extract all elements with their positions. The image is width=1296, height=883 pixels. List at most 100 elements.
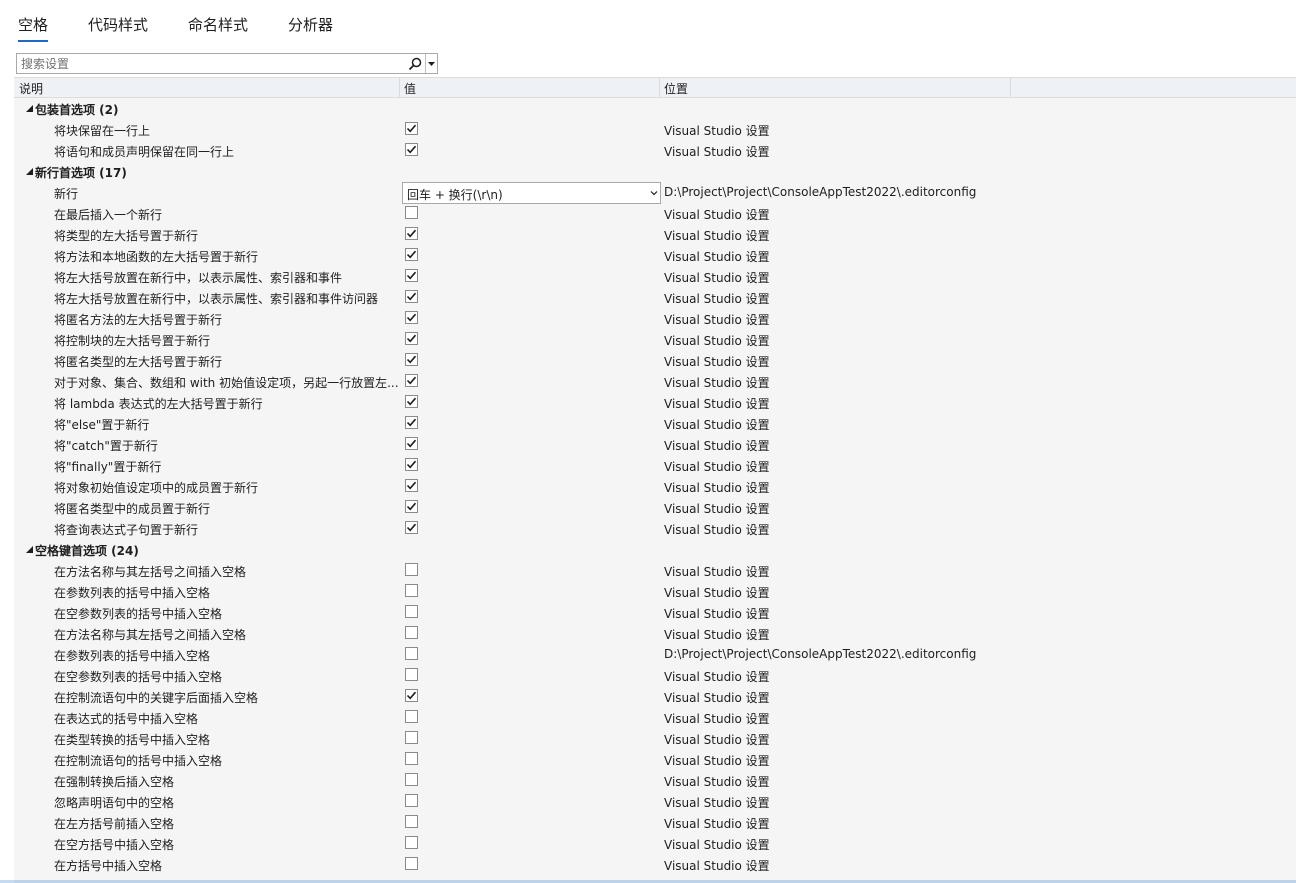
setting-checkbox[interactable]: [405, 689, 418, 702]
setting-row[interactable]: 在方法名称与其左括号之间插入空格 Visual Studio 设置: [14, 623, 1296, 644]
setting-row[interactable]: 在空方括号中插入空格 Visual Studio 设置: [14, 833, 1296, 854]
setting-row[interactable]: 将匿名方法的左大括号置于新行 Visual Studio 设置: [14, 308, 1296, 329]
setting-row[interactable]: 将查询表达式子句置于新行 Visual Studio 设置: [14, 518, 1296, 539]
setting-checkbox[interactable]: [405, 731, 418, 744]
setting-checkbox[interactable]: [405, 605, 418, 618]
setting-checkbox[interactable]: [405, 521, 418, 534]
setting-location: Visual Studio 设置: [664, 439, 770, 453]
setting-row[interactable]: 将类型的左大括号置于新行 Visual Studio 设置: [14, 224, 1296, 245]
setting-checkbox[interactable]: [405, 584, 418, 597]
setting-checkbox[interactable]: [405, 311, 418, 324]
setting-checkbox[interactable]: [405, 710, 418, 723]
setting-location: Visual Studio 设置: [664, 271, 770, 285]
setting-checkbox[interactable]: [405, 479, 418, 492]
tab-spacing[interactable]: 空格: [18, 14, 49, 42]
setting-location: D:\Project\Project\ConsoleAppTest2022\.e…: [664, 647, 977, 661]
setting-location: Visual Studio 设置: [664, 418, 770, 432]
setting-checkbox[interactable]: [405, 437, 418, 450]
setting-row[interactable]: 将"catch"置于新行 Visual Studio 设置: [14, 434, 1296, 455]
column-divider[interactable]: [399, 78, 400, 98]
tab-code-style[interactable]: 代码样式: [88, 14, 148, 42]
setting-checkbox[interactable]: [405, 206, 418, 219]
setting-location: Visual Studio 设置: [664, 607, 770, 621]
setting-checkbox[interactable]: [405, 143, 418, 156]
setting-row[interactable]: 在控制流语句中的关键字后面插入空格 Visual Studio 设置: [14, 686, 1296, 707]
setting-row[interactable]: 新行 回车 + 换行(\r\n) D:\Project\Project\Consol…: [14, 182, 1296, 204]
setting-row[interactable]: 在参数列表的括号中插入空格 Visual Studio 设置: [14, 581, 1296, 602]
expander-icon[interactable]: [24, 543, 34, 555]
setting-checkbox[interactable]: [405, 248, 418, 261]
setting-row[interactable]: 将 lambda 表达式的左大括号置于新行 Visual Studio 设置: [14, 392, 1296, 413]
setting-label: 在方法名称与其左括号之间插入空格: [54, 628, 247, 642]
setting-row[interactable]: 将控制块的左大括号置于新行 Visual Studio 设置: [14, 329, 1296, 350]
setting-row[interactable]: 将匿名类型的左大括号置于新行 Visual Studio 设置: [14, 350, 1296, 371]
setting-checkbox[interactable]: [405, 857, 418, 870]
setting-row[interactable]: 在空参数列表的括号中插入空格 Visual Studio 设置: [14, 665, 1296, 686]
setting-location: Visual Studio 设置: [664, 124, 770, 138]
setting-row[interactable]: 忽略声明语句中的空格 Visual Studio 设置: [14, 791, 1296, 812]
setting-checkbox[interactable]: [405, 815, 418, 828]
setting-location: Visual Studio 设置: [664, 754, 770, 768]
setting-row[interactable]: 在空参数列表的括号中插入空格 Visual Studio 设置: [14, 602, 1296, 623]
checkmark-icon: [406, 292, 417, 301]
tab-analyzers[interactable]: 分析器: [288, 14, 333, 42]
setting-checkbox[interactable]: [405, 563, 418, 576]
search-options-dropdown[interactable]: [425, 54, 437, 73]
setting-row[interactable]: 在最后插入一个新行 Visual Studio 设置: [14, 203, 1296, 224]
setting-checkbox[interactable]: [405, 752, 418, 765]
setting-row[interactable]: 在参数列表的括号中插入空格 D:\Project\Project\ConsoleA…: [14, 644, 1296, 665]
setting-row[interactable]: 将块保留在一行上 Visual Studio 设置: [14, 119, 1296, 140]
setting-checkbox[interactable]: [405, 836, 418, 849]
checkmark-icon: [406, 313, 417, 322]
setting-row[interactable]: 在类型转换的括号中插入空格 Visual Studio 设置: [14, 728, 1296, 749]
setting-checkbox[interactable]: [405, 647, 418, 660]
setting-checkbox[interactable]: [405, 458, 418, 471]
setting-row[interactable]: 在控制流语句的括号中插入空格 Visual Studio 设置: [14, 749, 1296, 770]
tab-naming-style[interactable]: 命名样式: [188, 14, 248, 42]
search-input[interactable]: [17, 54, 405, 73]
setting-checkbox[interactable]: [405, 122, 418, 135]
column-header-location[interactable]: 位置: [664, 80, 688, 97]
setting-label: 在空方括号中插入空格: [54, 838, 175, 852]
setting-checkbox[interactable]: [405, 773, 418, 786]
column-header-description[interactable]: 说明: [19, 80, 43, 97]
setting-checkbox[interactable]: [405, 500, 418, 513]
setting-checkbox[interactable]: [405, 395, 418, 408]
setting-label: 在方法名称与其左括号之间插入空格: [54, 565, 247, 579]
column-divider[interactable]: [659, 78, 660, 98]
setting-checkbox[interactable]: [405, 668, 418, 681]
expander-icon[interactable]: [24, 102, 34, 114]
setting-label: 在方括号中插入空格: [54, 859, 163, 873]
setting-row[interactable]: 在强制转换后插入空格 Visual Studio 设置: [14, 770, 1296, 791]
column-header-value[interactable]: 值: [404, 80, 416, 97]
newline-select[interactable]: 回车 + 换行(\r\n): [402, 182, 661, 204]
setting-row[interactable]: 在方括号中插入空格 Visual Studio 设置: [14, 854, 1296, 875]
setting-checkbox[interactable]: [405, 416, 418, 429]
setting-row[interactable]: 在表达式的括号中插入空格 Visual Studio 设置: [14, 707, 1296, 728]
setting-location: Visual Studio 设置: [664, 565, 770, 579]
column-divider[interactable]: [1010, 78, 1011, 98]
setting-row[interactable]: 对于对象、集合、数组和 with 初始值设定项，另起一行放置左... Visual…: [14, 371, 1296, 392]
search-button[interactable]: [405, 54, 425, 73]
setting-checkbox[interactable]: [405, 794, 418, 807]
setting-row[interactable]: 将匿名类型中的成员置于新行 Visual Studio 设置: [14, 497, 1296, 518]
setting-row[interactable]: 将对象初始值设定项中的成员置于新行 Visual Studio 设置: [14, 476, 1296, 497]
setting-row[interactable]: 在方法名称与其左括号之间插入空格 Visual Studio 设置: [14, 560, 1296, 581]
setting-row[interactable]: 将方法和本地函数的左大括号置于新行 Visual Studio 设置: [14, 245, 1296, 266]
setting-checkbox[interactable]: [405, 227, 418, 240]
setting-checkbox[interactable]: [405, 290, 418, 303]
setting-row[interactable]: 在左方括号前插入空格 Visual Studio 设置: [14, 812, 1296, 833]
setting-checkbox[interactable]: [405, 626, 418, 639]
setting-row[interactable]: 将语句和成员声明保留在同一行上 Visual Studio 设置: [14, 140, 1296, 161]
setting-row[interactable]: 将"finally"置于新行 Visual Studio 设置: [14, 455, 1296, 476]
expander-icon[interactable]: [24, 165, 34, 177]
setting-row[interactable]: 将"else"置于新行 Visual Studio 设置: [14, 413, 1296, 434]
setting-checkbox[interactable]: [405, 332, 418, 345]
setting-checkbox[interactable]: [405, 269, 418, 282]
caret-down-icon: [428, 61, 435, 66]
setting-checkbox[interactable]: [405, 374, 418, 387]
setting-checkbox[interactable]: [405, 353, 418, 366]
setting-location: Visual Studio 设置: [664, 229, 770, 243]
setting-row[interactable]: 将左大括号放置在新行中，以表示属性、索引器和事件 Visual Studio 设置: [14, 266, 1296, 287]
setting-row[interactable]: 将左大括号放置在新行中，以表示属性、索引器和事件访问器 Visual Studio…: [14, 287, 1296, 308]
